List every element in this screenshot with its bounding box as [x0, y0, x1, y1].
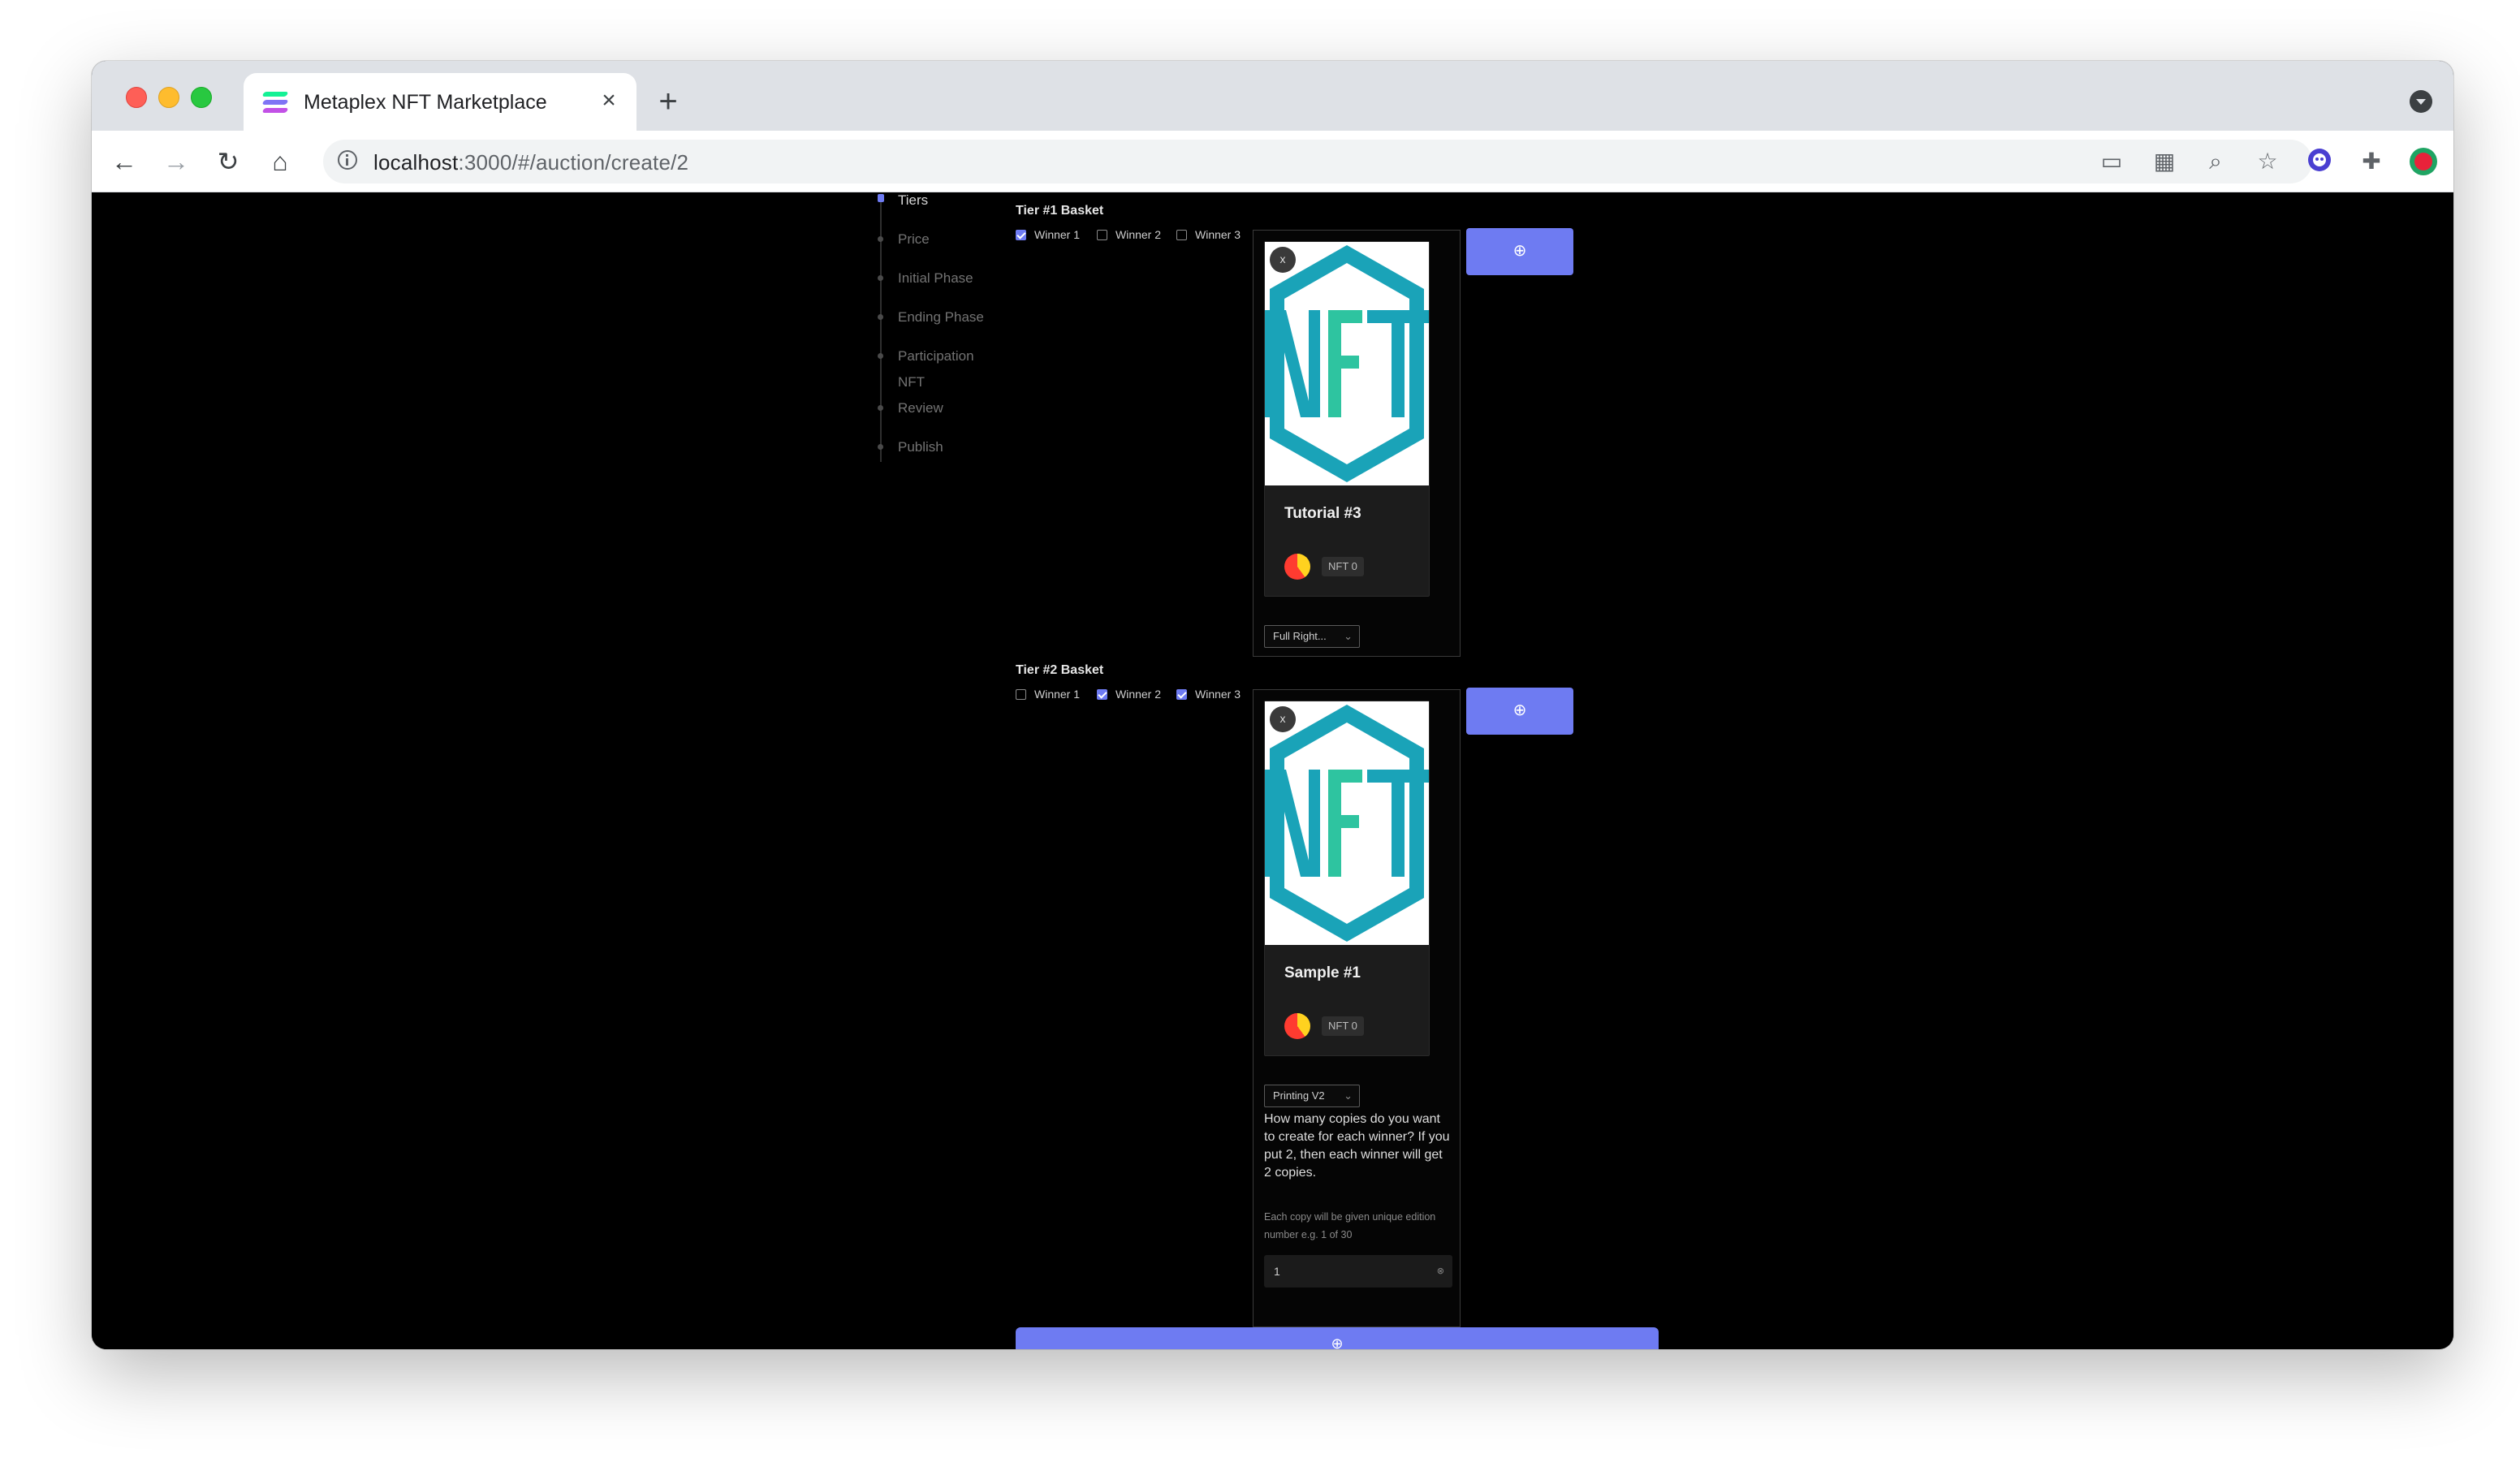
- step-dot: [878, 194, 884, 202]
- url-text[interactable]: localhost:3000/#/auction/create/2: [373, 150, 688, 175]
- site-info-icon[interactable]: [338, 150, 357, 170]
- step-label: Initial Phase: [898, 270, 973, 286]
- tab-title: Metaplex NFT Marketplace: [304, 91, 547, 114]
- add-tier-button[interactable]: ⊕: [1016, 1327, 1659, 1349]
- winning-config-select[interactable]: Printing V2 ⌄: [1264, 1085, 1360, 1107]
- step-dot: [878, 275, 883, 281]
- nft-name: Tutorial #3: [1284, 505, 1361, 522]
- creator-avatar: [1284, 1013, 1310, 1039]
- tier-2-winner-2-checkbox[interactable]: Winner 2: [1097, 688, 1161, 701]
- step-label: Tiers: [898, 192, 929, 208]
- tier-1-winner-3-checkbox[interactable]: Winner 3: [1176, 228, 1241, 241]
- chevron-down-icon: ⌄: [1344, 1089, 1353, 1102]
- solana-favicon-icon: [261, 90, 289, 114]
- tab-bar: Metaplex NFT Marketplace × +: [92, 61, 2453, 131]
- remove-nft-button[interactable]: x: [1270, 247, 1296, 273]
- zoom-icon[interactable]: ⌕: [2201, 147, 2230, 176]
- nft-tag: NFT 0: [1322, 557, 1364, 576]
- step-dot: [878, 353, 883, 359]
- step-dot: [878, 444, 883, 450]
- extensions-puzzle-icon[interactable]: ✚: [2357, 147, 2386, 176]
- nft-card[interactable]: x Tutorial #3 NFT 0: [1264, 241, 1430, 597]
- nft-name: Sample #1: [1284, 964, 1361, 981]
- checkbox-icon[interactable]: [1176, 230, 1187, 240]
- browser-window: Metaplex NFT Marketplace × + ← → ↻ ⌂ loc…: [92, 61, 2453, 1349]
- tab-search-icon[interactable]: [2410, 90, 2432, 113]
- step-dot: [878, 314, 883, 320]
- nft-image: [1265, 242, 1429, 485]
- address-bar[interactable]: localhost:3000/#/auction/create/2: [323, 140, 2312, 183]
- close-window-button[interactable]: [126, 87, 147, 108]
- qr-code-icon[interactable]: ▦: [2150, 147, 2179, 176]
- remove-nft-button[interactable]: x: [1270, 706, 1296, 732]
- add-nft-button[interactable]: ⊕: [1466, 228, 1573, 275]
- step-label: Ending Phase: [898, 309, 984, 325]
- edition-help-text: Each copy will be given unique edition n…: [1264, 1211, 1436, 1240]
- page-content: Tiers Price Initial Phase Ending Phase P…: [92, 192, 2453, 1349]
- step-label: NFT: [898, 374, 926, 390]
- tier-1-basket: x Tutorial #3 NFT 0 Full Right... ⌄: [1253, 230, 1461, 657]
- cast-icon[interactable]: ▭: [2097, 147, 2126, 176]
- new-tab-button[interactable]: +: [652, 85, 684, 118]
- copies-input[interactable]: 1 ⊗: [1264, 1255, 1452, 1288]
- step-label: Review: [898, 400, 943, 416]
- spinner-icon[interactable]: ⊗: [1437, 1255, 1444, 1288]
- checkbox-icon[interactable]: [1097, 689, 1107, 700]
- maximize-window-button[interactable]: [191, 87, 212, 108]
- steps-connector: [880, 194, 882, 462]
- winning-config-select[interactable]: Full Right... ⌄: [1264, 625, 1360, 648]
- tier-1-winner-1-checkbox[interactable]: Winner 1: [1016, 228, 1080, 241]
- step-label: Price: [898, 231, 930, 247]
- chevron-down-icon: ⌄: [1344, 630, 1353, 642]
- add-nft-button[interactable]: ⊕: [1466, 688, 1573, 735]
- home-icon[interactable]: ⌂: [264, 145, 296, 178]
- browser-toolbar: ← → ↻ ⌂ localhost:3000/#/auction/create/…: [92, 131, 2453, 192]
- profile-avatar-icon[interactable]: [2409, 147, 2438, 176]
- tier-2-winner-3-checkbox[interactable]: Winner 3: [1176, 688, 1241, 701]
- tier-2-title: Tier #2 Basket: [1016, 663, 1104, 677]
- minimize-window-button[interactable]: [158, 87, 179, 108]
- step-label: Participation: [898, 348, 974, 364]
- nft-card[interactable]: x Sample #1 NFT 0: [1264, 701, 1430, 1056]
- tier-2-winner-1-checkbox[interactable]: Winner 1: [1016, 688, 1080, 701]
- browser-tab[interactable]: Metaplex NFT Marketplace ×: [244, 73, 636, 131]
- checkbox-icon[interactable]: [1097, 230, 1107, 240]
- checkbox-icon[interactable]: [1176, 689, 1187, 700]
- tier-1-title: Tier #1 Basket: [1016, 204, 1104, 218]
- copies-help-text: How many copies do you want to create fo…: [1264, 1112, 1450, 1180]
- forward-arrow-icon[interactable]: →: [160, 145, 192, 178]
- tier-1-winner-2-checkbox[interactable]: Winner 2: [1097, 228, 1161, 241]
- reload-icon[interactable]: ↻: [212, 145, 244, 178]
- extension-wallet-icon[interactable]: [2305, 147, 2334, 176]
- back-arrow-icon[interactable]: ←: [108, 145, 140, 178]
- creator-avatar: [1284, 554, 1310, 580]
- step-dot: [878, 405, 883, 411]
- step-label: Publish: [898, 439, 943, 455]
- checkbox-icon[interactable]: [1016, 689, 1026, 700]
- nft-image: [1265, 701, 1429, 945]
- tier-2-basket: x Sample #1 NFT 0 Printing V2 ⌄ How many …: [1253, 689, 1461, 1327]
- checkbox-icon[interactable]: [1016, 230, 1026, 240]
- bookmark-star-icon[interactable]: ☆: [2253, 147, 2282, 176]
- nft-tag: NFT 0: [1322, 1016, 1364, 1036]
- tab-close-icon[interactable]: ×: [594, 86, 624, 115]
- step-dot: [878, 236, 883, 242]
